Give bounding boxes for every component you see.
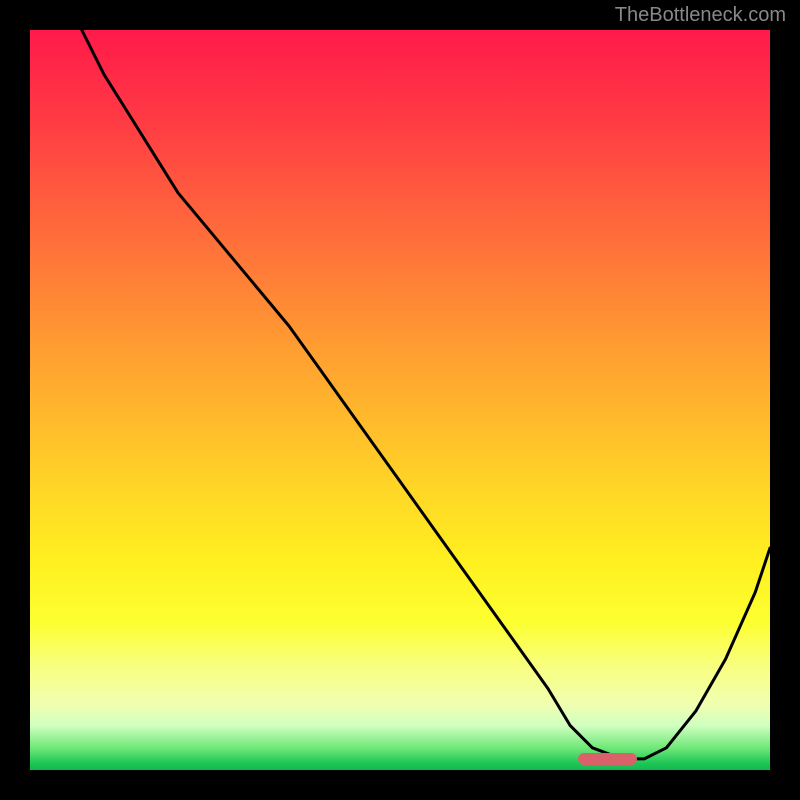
bottleneck-curve [82,30,770,759]
chart-plot-area [30,30,770,770]
watermark-text: TheBottleneck.com [615,4,786,27]
optimal-marker [578,753,637,765]
curve-svg [30,30,770,770]
